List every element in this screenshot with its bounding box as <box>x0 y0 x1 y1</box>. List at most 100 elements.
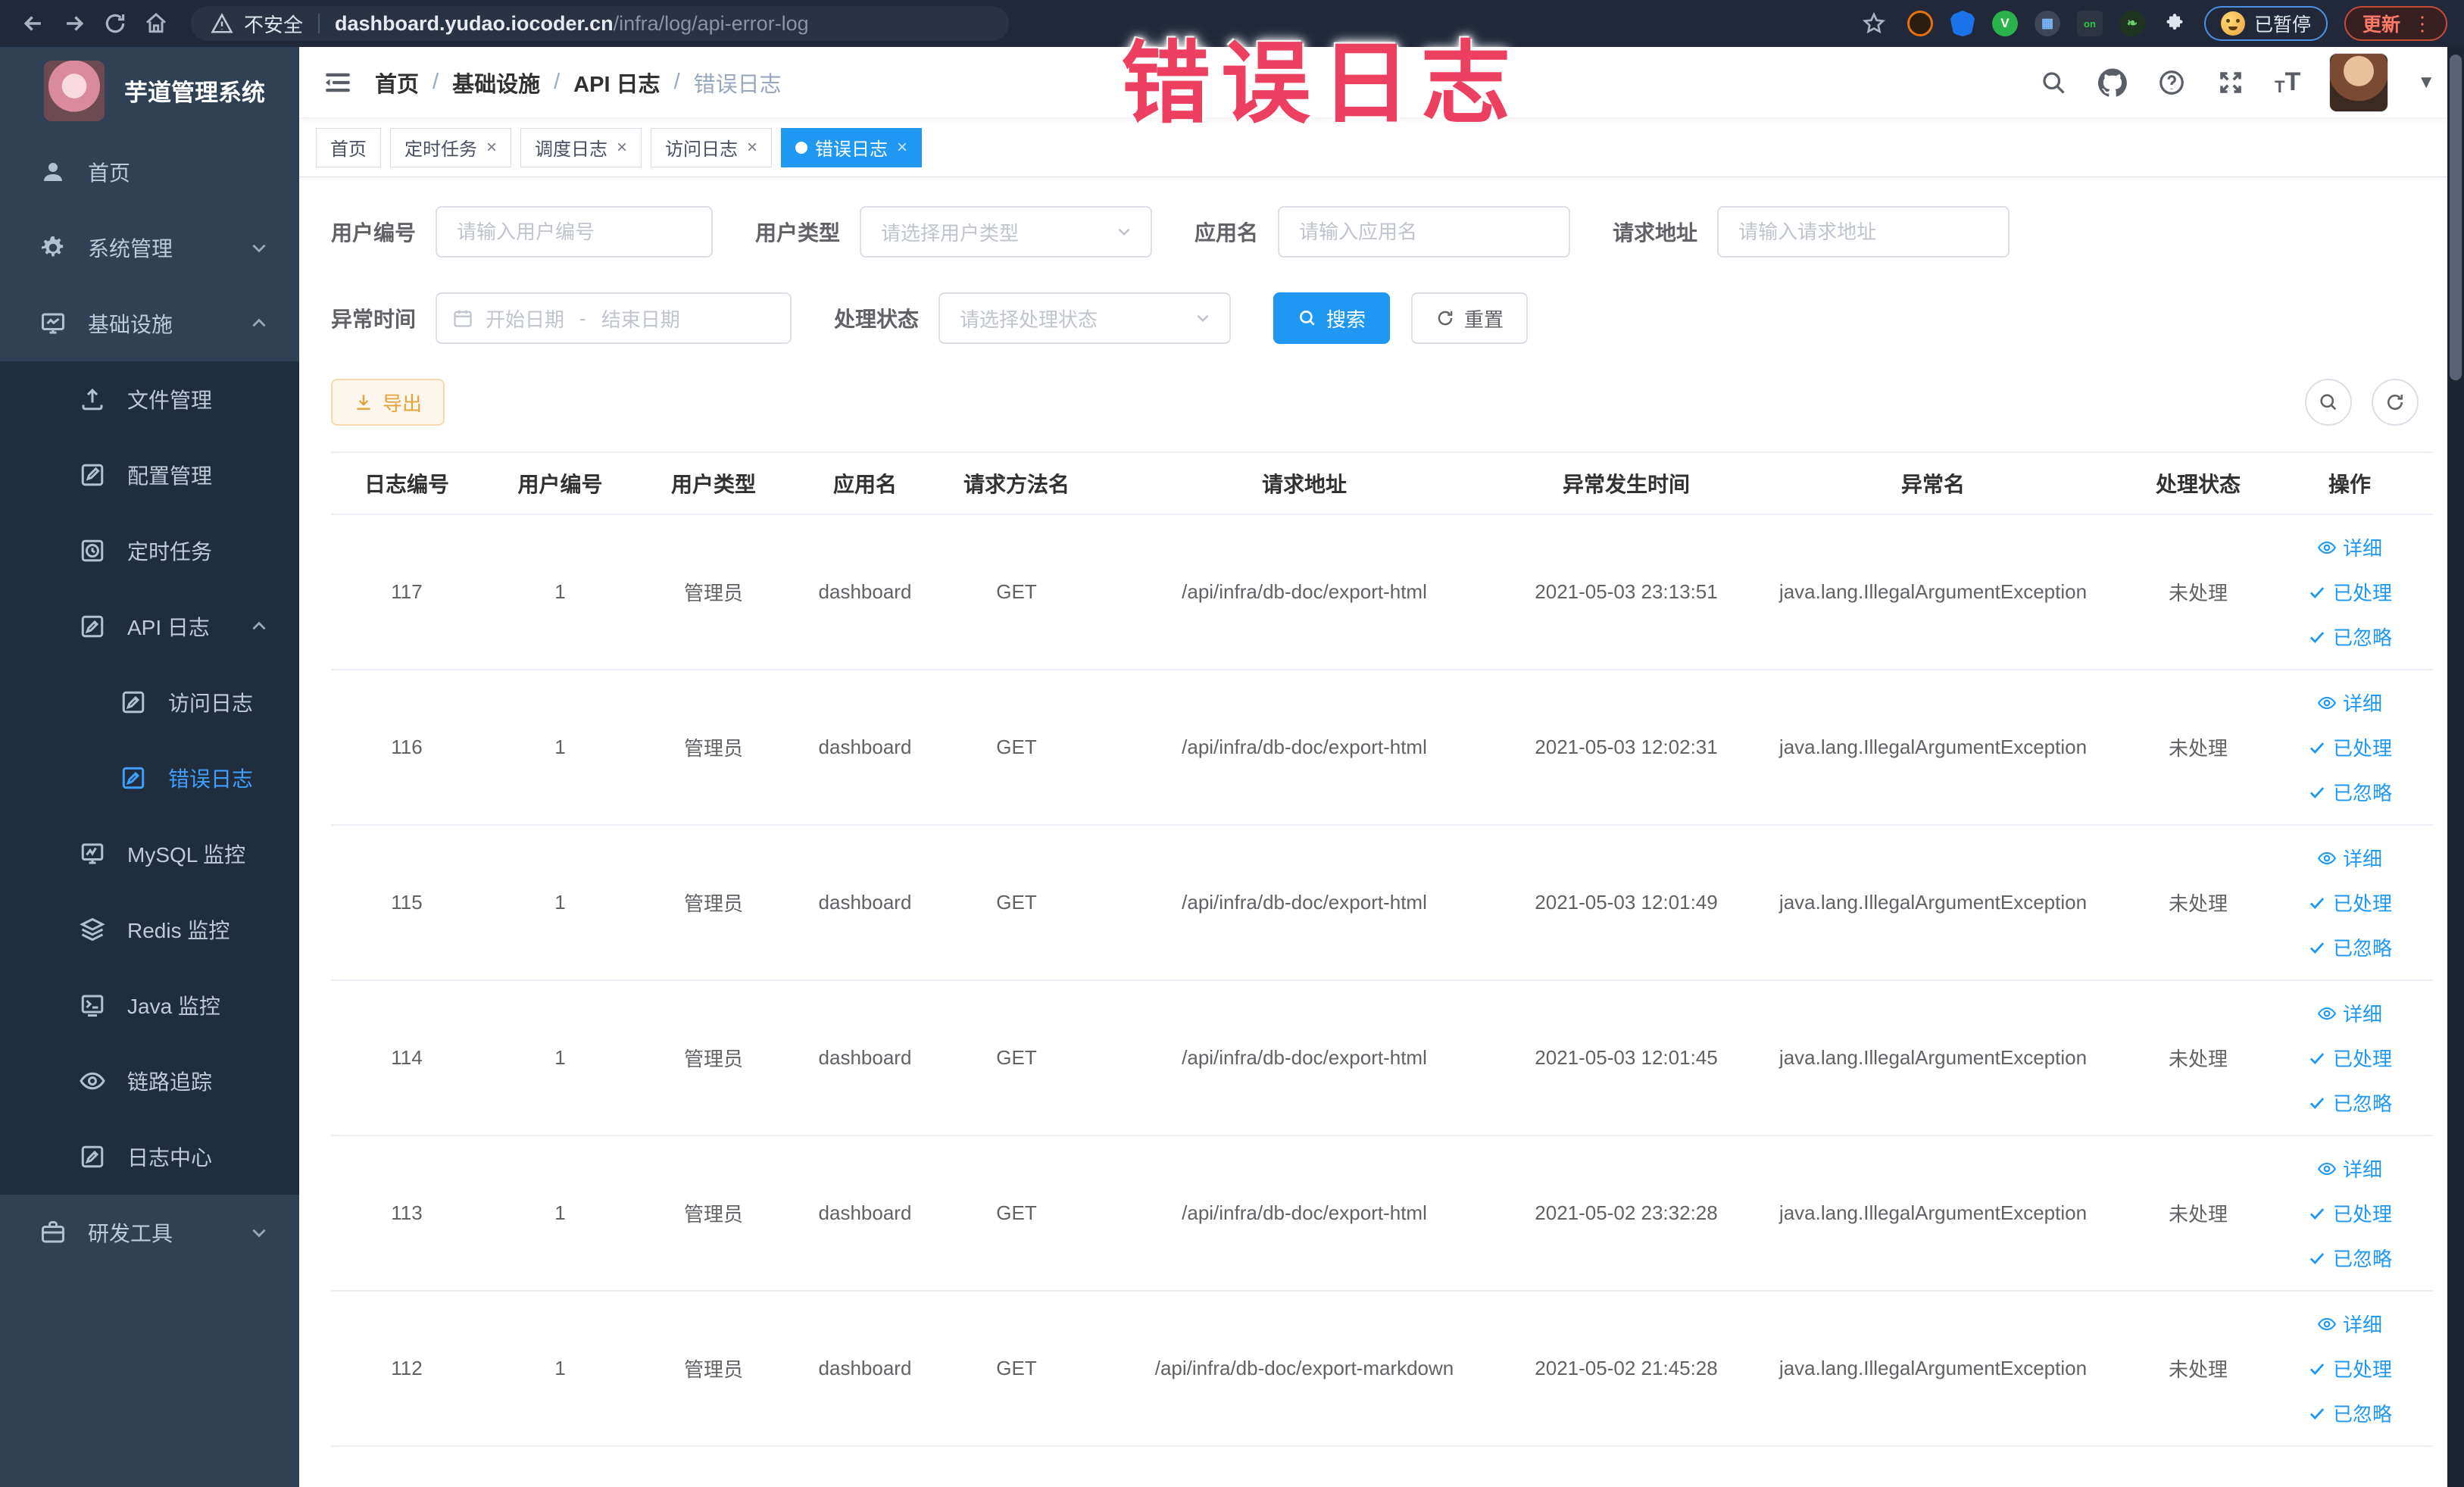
action-detail-link[interactable]: 详细 <box>2317 1154 2382 1182</box>
breadcrumb-item[interactable]: 首页 <box>375 67 419 98</box>
sidebar-item-java[interactable]: Java 监控 <box>0 967 299 1043</box>
date-range-picker[interactable]: 开始日期 - 结束日期 <box>436 292 792 344</box>
sidebar-item-redis[interactable]: Redis 监控 <box>0 892 299 967</box>
user-type-select[interactable]: 请选择用户类型 <box>860 206 1153 258</box>
ext-orange-icon[interactable] <box>1907 11 1933 36</box>
tab-api-error[interactable]: 错误日志 × <box>781 127 923 167</box>
user-id-input[interactable] <box>436 206 714 258</box>
close-icon[interactable]: × <box>897 137 907 158</box>
address-bar[interactable]: 不安全 dashboard.yudao.iocoder.cn/infra/log… <box>191 6 1009 41</box>
extensions-puzzle-icon[interactable] <box>2162 11 2188 36</box>
close-icon[interactable]: × <box>486 137 497 158</box>
sidebar-item-trace[interactable]: 链路追踪 <box>0 1043 299 1119</box>
ext-grid-icon[interactable]: ▦ <box>2034 11 2060 36</box>
action-detail-link[interactable]: 详细 <box>2317 689 2382 717</box>
sidebar-item-log-center[interactable]: 日志中心 <box>0 1119 299 1195</box>
fullscreen-icon[interactable] <box>2216 67 2246 98</box>
sidebar-item-file[interactable]: 文件管理 <box>0 361 299 437</box>
actions-cell: 详细 已处理 已忽略 <box>2266 825 2433 981</box>
app-name-input[interactable] <box>1278 206 1571 258</box>
tab-home[interactable]: 首页 <box>316 127 381 167</box>
chevron-down-icon[interactable]: ▼ <box>2417 72 2435 93</box>
help-icon[interactable] <box>2156 67 2187 98</box>
sidebar-item-job[interactable]: 定时任务 <box>0 513 299 589</box>
reload-icon[interactable] <box>98 7 132 40</box>
chrome-update-button[interactable]: 更新 ⋮ <box>2344 6 2447 41</box>
user-avatar[interactable] <box>2329 52 2389 112</box>
breadcrumb-item[interactable]: API 日志 <box>573 67 660 98</box>
action-ignored-link[interactable]: 已忽略 <box>2307 778 2392 806</box>
action-processed-link[interactable]: 已处理 <box>2307 733 2392 761</box>
close-icon[interactable]: × <box>617 137 627 158</box>
action-ignored-link[interactable]: 已忽略 <box>2307 1089 2392 1117</box>
table-cell: /api/infra/db-doc/export-html <box>1092 670 1516 826</box>
table-row: 112 1 管理员 dashboard GET/api/infra/db-doc/exp… <box>331 1291 2433 1447</box>
action-processed-link[interactable]: 已处理 <box>2307 1199 2392 1227</box>
sidebar-item-label: 链路追踪 <box>127 1070 213 1094</box>
tab-job[interactable]: 定时任务 × <box>390 127 512 167</box>
close-icon[interactable]: × <box>747 137 757 158</box>
action-detail-link[interactable]: 详细 <box>2317 1310 2382 1338</box>
action-detail-link[interactable]: 详细 <box>2317 533 2382 561</box>
sidebar-item-mysql[interactable]: MySQL 监控 <box>0 816 299 892</box>
action-ignored-link[interactable]: 已忽略 <box>2307 1244 2392 1272</box>
action-ignored-link[interactable]: 已忽略 <box>2307 1399 2392 1427</box>
process-status-select[interactable]: 请选择处理状态 <box>938 292 1232 344</box>
sidebar-item-access-log[interactable]: 访问日志 <box>0 664 299 740</box>
tab-api-access[interactable]: 访问日志 × <box>651 127 773 167</box>
page-scrollbar[interactable] <box>2447 47 2464 1487</box>
action-label: 详细 <box>2342 692 2382 715</box>
sidebar-item-error-log[interactable]: 错误日志 <box>0 740 299 816</box>
sidebar-item-infra[interactable]: 基础设施 <box>0 286 299 361</box>
page-url: dashboard.yudao.iocoder.cn/infra/log/api… <box>335 11 809 35</box>
tab-label: 错误日志 <box>815 139 888 160</box>
action-processed-link[interactable]: 已处理 <box>2307 578 2392 606</box>
toggle-search-button[interactable] <box>2305 379 2352 426</box>
home-icon[interactable] <box>139 7 173 40</box>
breadcrumb-item[interactable]: 基础设施 <box>452 67 540 98</box>
font-size-icon[interactable]: TT <box>2275 67 2300 97</box>
action-processed-link[interactable]: 已处理 <box>2307 1354 2392 1382</box>
reset-button[interactable]: 重置 <box>1411 292 1529 344</box>
app-logo-rabbit-avatar <box>44 60 105 121</box>
export-button[interactable]: 导出 <box>331 379 445 426</box>
sidebar-item-api-log[interactable]: API 日志 <box>0 589 299 664</box>
action-processed-link[interactable]: 已处理 <box>2307 889 2392 917</box>
filter-label: 处理状态 <box>834 308 920 331</box>
ext-leaf-icon[interactable]: ❧ <box>2119 11 2145 36</box>
refresh-table-button[interactable] <box>2372 379 2419 426</box>
forward-icon[interactable] <box>58 7 91 40</box>
sidebar-item-system[interactable]: 系统管理 <box>0 210 299 286</box>
hamburger-icon[interactable] <box>322 67 354 98</box>
sidebar-item-devtools[interactable]: 研发工具 <box>0 1195 299 1270</box>
bookmark-star-icon[interactable] <box>1857 7 1891 40</box>
action-detail-link[interactable]: 详细 <box>2317 999 2382 1027</box>
github-icon[interactable] <box>2097 67 2128 98</box>
ext-on-badge-icon[interactable]: on <box>2076 11 2103 36</box>
action-ignored-link[interactable]: 已忽略 <box>2307 933 2392 961</box>
request-url-input[interactable] <box>1717 206 2010 258</box>
table-row: 115 1 管理员 dashboard GET/api/infra/db-doc/exp… <box>331 825 2433 981</box>
ext-shield-icon[interactable] <box>1949 11 1975 36</box>
tab-label: 首页 <box>330 139 367 160</box>
search-icon[interactable] <box>2038 67 2069 98</box>
sidebar-item-label: 系统管理 <box>88 237 173 261</box>
search-button[interactable]: 搜索 <box>1273 292 1391 344</box>
scrollbar-thumb[interactable] <box>2450 55 2462 380</box>
sidebar-item-config[interactable]: 配置管理 <box>0 437 299 513</box>
upload-icon <box>79 386 106 413</box>
profile-paused-badge[interactable]: 已暂停 <box>2203 6 2328 41</box>
table-cell: 2021-05-02 21:45:28 <box>1516 1291 1736 1447</box>
back-icon[interactable] <box>17 7 50 40</box>
check-icon <box>2307 1359 2327 1379</box>
app-logo-row[interactable]: 芋道管理系统 <box>0 47 299 134</box>
security-warning-icon[interactable] <box>211 12 233 35</box>
ext-v-green-icon[interactable]: V <box>1991 11 2018 36</box>
action-detail-link[interactable]: 详细 <box>2317 844 2382 872</box>
action-ignored-link[interactable]: 已忽略 <box>2307 623 2392 651</box>
tab-job-log[interactable]: 调度日志 × <box>520 127 642 167</box>
sidebar-item-home[interactable]: 首页 <box>0 134 299 210</box>
action-processed-link[interactable]: 已处理 <box>2307 1044 2392 1072</box>
active-dot <box>795 141 808 154</box>
browser-menu-dots-icon[interactable]: ⋮ <box>2412 12 2432 36</box>
